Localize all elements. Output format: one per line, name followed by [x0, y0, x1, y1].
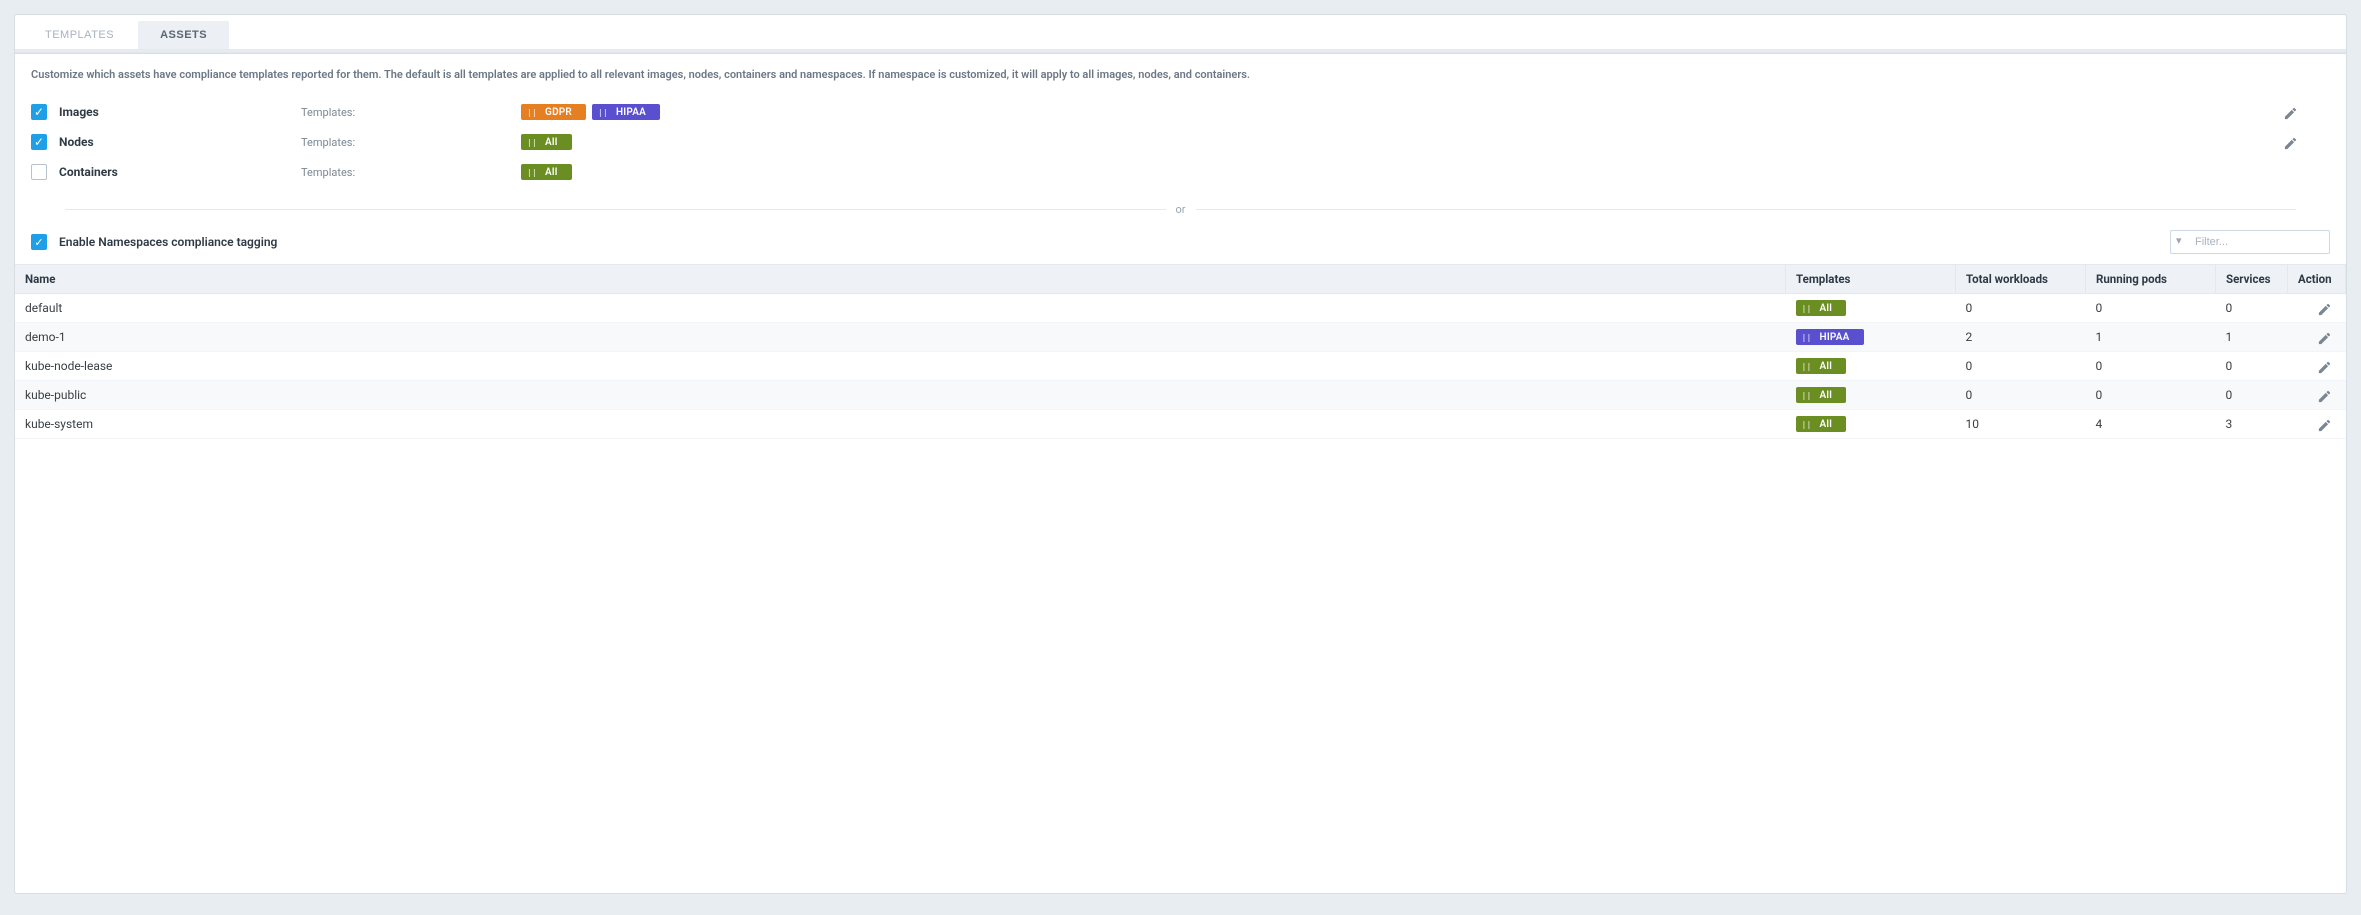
cell-name: kube-public	[15, 381, 1786, 410]
col-templates[interactable]: Templates	[1786, 265, 1956, 294]
checkbox-icon[interactable]: ✓	[31, 104, 47, 120]
namespace-table: Name Templates Total workloads Running p…	[15, 264, 2346, 439]
cell-services: 3	[2216, 410, 2288, 439]
cell-workloads: 10	[1956, 410, 2086, 439]
col-services[interactable]: Services	[2216, 265, 2288, 294]
cell-services: 0	[2216, 352, 2288, 381]
cell-name: default	[15, 294, 1786, 323]
divider-word: or	[1166, 203, 1196, 216]
edit-icon[interactable]	[2317, 328, 2332, 346]
table-row: demo-1||HIPAA211	[15, 323, 2346, 352]
cell-actions	[2288, 352, 2346, 381]
main-panel: TEMPLATES ASSETS Customize which assets …	[14, 14, 2347, 894]
badge-all: ||All	[1796, 358, 1847, 374]
badge-list: ||All	[521, 134, 2250, 150]
edit-icon[interactable]	[2283, 133, 2298, 151]
col-pods[interactable]: Running pods	[2086, 265, 2216, 294]
asset-row-containers: Containers Templates: ||All	[31, 157, 2330, 187]
checkbox-icon[interactable]: ✓	[31, 134, 47, 150]
col-actions[interactable]: Action	[2288, 265, 2346, 294]
badge-all: ||All	[1796, 416, 1847, 432]
col-workloads[interactable]: Total workloads	[1956, 265, 2086, 294]
edit-icon[interactable]	[2317, 415, 2332, 433]
badge-gdpr: ||GDPR	[521, 104, 586, 120]
cell-workloads: 0	[1956, 381, 2086, 410]
table-row: kube-public||All000	[15, 381, 2346, 410]
table-row: kube-system ||All 1043	[15, 410, 2346, 439]
table-row: kube-node-lease||All000	[15, 352, 2346, 381]
filter-icon: ▾	[2176, 234, 2182, 247]
cell-workloads: 2	[1956, 323, 2086, 352]
cell-name: demo-1	[15, 323, 1786, 352]
badge-list: ||All	[521, 164, 2250, 180]
tab-assets[interactable]: ASSETS	[138, 21, 229, 49]
asset-label: Containers	[59, 165, 118, 179]
edit-icon[interactable]	[2317, 386, 2332, 404]
cell-templates: ||All	[1786, 381, 1956, 410]
edit-icon[interactable]	[2317, 299, 2332, 317]
cell-pods: 1	[2086, 323, 2216, 352]
asset-row-images: ✓ Images Templates: ||GDPR ||HIPAA	[31, 97, 2330, 127]
cell-templates: ||HIPAA	[1786, 323, 1956, 352]
cell-actions	[2288, 381, 2346, 410]
badge-list: ||GDPR ||HIPAA	[521, 104, 2250, 120]
cell-pods: 0	[2086, 294, 2216, 323]
table-row: default||All000	[15, 294, 2346, 323]
tab-templates[interactable]: TEMPLATES	[23, 21, 136, 49]
col-name[interactable]: Name	[15, 265, 1786, 294]
cell-templates: ||All	[1786, 352, 1956, 381]
cell-actions	[2288, 323, 2346, 352]
namespace-enable-row: ✓ Enable Namespaces compliance tagging ▾	[15, 220, 2346, 264]
asset-row-nodes: ✓ Nodes Templates: ||All	[31, 127, 2330, 157]
badge-all: ||All	[521, 164, 572, 180]
filter-input[interactable]	[2170, 230, 2330, 254]
cell-workloads: 0	[1956, 352, 2086, 381]
cell-actions	[2288, 294, 2346, 323]
badge-hipaa: ||HIPAA	[592, 104, 660, 120]
cell-services: 0	[2216, 294, 2288, 323]
asset-label: Nodes	[59, 135, 94, 149]
badge-all: ||All	[1796, 300, 1847, 316]
templates-label: Templates:	[301, 106, 521, 119]
badge-all: ||All	[521, 134, 572, 150]
or-divider: or	[65, 203, 2296, 216]
description-text: Customize which assets have compliance t…	[15, 54, 2346, 95]
table-header-row: Name Templates Total workloads Running p…	[15, 265, 2346, 294]
namespace-enable-label: Enable Namespaces compliance tagging	[59, 235, 277, 249]
asset-label: Images	[59, 105, 99, 119]
asset-config: ✓ Images Templates: ||GDPR ||HIPAA ✓ Nod…	[15, 95, 2346, 197]
tab-bar: TEMPLATES ASSETS	[15, 21, 2346, 50]
cell-templates: ||All	[1786, 294, 1956, 323]
cell-name: kube-node-lease	[15, 352, 1786, 381]
cell-services: 0	[2216, 381, 2288, 410]
cell-templates: ||All	[1786, 410, 1956, 439]
cell-pods: 0	[2086, 381, 2216, 410]
cell-workloads: 0	[1956, 294, 2086, 323]
edit-icon[interactable]	[2317, 357, 2332, 375]
edit-icon[interactable]	[2283, 103, 2298, 121]
templates-label: Templates:	[301, 166, 521, 179]
checkbox-icon[interactable]	[31, 164, 47, 180]
cell-pods: 4	[2086, 410, 2216, 439]
cell-name: kube-system	[15, 410, 1786, 439]
badge-all: ||All	[1796, 387, 1847, 403]
checkbox-icon[interactable]: ✓	[31, 234, 47, 250]
cell-services: 1	[2216, 323, 2288, 352]
templates-label: Templates:	[301, 136, 521, 149]
cell-pods: 0	[2086, 352, 2216, 381]
badge-hipaa: ||HIPAA	[1796, 329, 1864, 345]
cell-actions	[2288, 410, 2346, 439]
